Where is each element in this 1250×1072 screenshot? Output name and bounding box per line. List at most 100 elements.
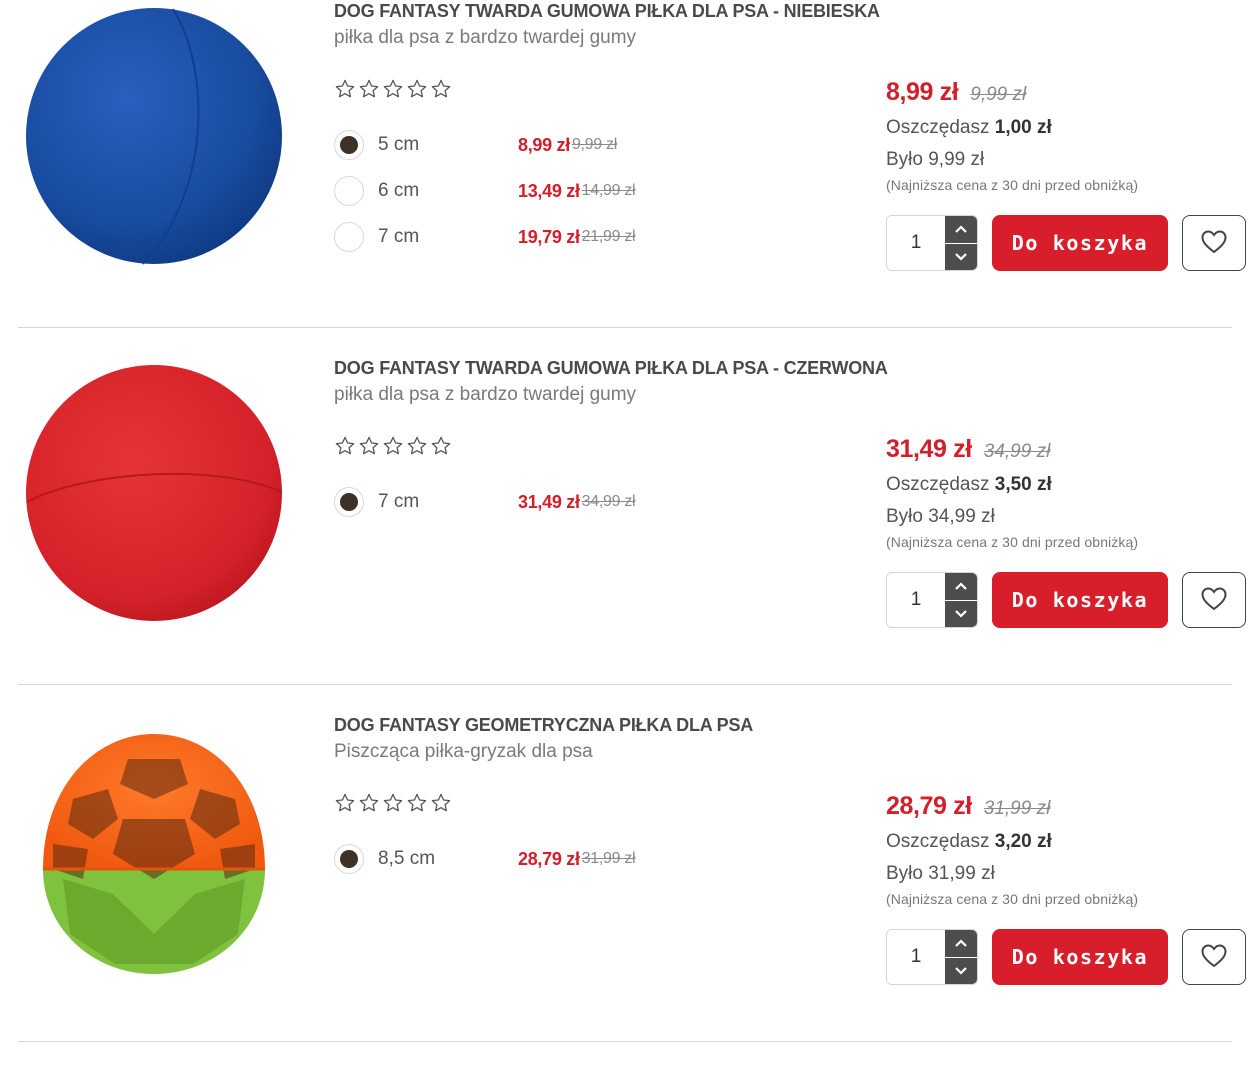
variant-option[interactable]: 6 cm 13,49 zł 14,99 zł (334, 168, 874, 214)
divider (18, 1041, 1232, 1042)
star-outline-icon (334, 792, 356, 814)
star-outline-icon (334, 78, 356, 100)
star-outline-icon (358, 435, 380, 457)
savings-text: Oszczędasz 3,50 zł (886, 474, 1246, 496)
variant-price: 31,49 zł (518, 491, 580, 512)
star-outline-icon (406, 78, 428, 100)
variant-radio[interactable] (334, 844, 364, 874)
old-price: 9,99 zł (970, 84, 1027, 105)
product-subtitle: piłka dla psa z bardzo twardej gumy (334, 27, 637, 48)
wishlist-button[interactable] (1182, 929, 1246, 985)
price-box: 8,99 zł 9,99 zł Oszczędasz 1,00 zł Było … (886, 78, 1246, 271)
add-to-cart-button[interactable]: Do koszyka (992, 929, 1168, 985)
savings-label: Oszczędasz (886, 117, 990, 138)
product-image[interactable] (18, 0, 290, 272)
star-outline-icon (382, 435, 404, 457)
variant-old-price: 31,99 zł (581, 850, 636, 867)
variant-size: 8,5 cm (378, 848, 436, 869)
heart-outline-icon (1200, 943, 1228, 972)
current-price: 8,99 zł (886, 78, 959, 106)
variant-option[interactable]: 5 cm 8,99 zł 9,99 zł (334, 122, 874, 168)
savings-label: Oszczędasz (886, 474, 990, 495)
variant-option[interactable]: 7 cm 31,49 zł 34,99 zł (334, 479, 874, 525)
variant-list: 5 cm 8,99 zł 9,99 zł 6 cm 13,49 zł 14,99… (334, 122, 874, 260)
product-card: DOG FANTASY TWARDA GUMOWA PIŁKA DLA PSA … (0, 0, 1250, 357)
chevron-down-icon[interactable] (945, 242, 977, 270)
star-outline-icon (430, 78, 452, 100)
savings-amount: 3,20 zł (994, 831, 1052, 852)
star-outline-icon (358, 78, 380, 100)
rating-stars (334, 435, 874, 459)
divider (18, 327, 1232, 328)
variant-radio[interactable] (334, 130, 364, 160)
current-price: 31,49 zł (886, 435, 972, 463)
variant-price: 8,99 zł (518, 134, 570, 155)
product-title[interactable]: DOG FANTASY TWARDA GUMOWA PIŁKA DLA PSA … (334, 357, 888, 379)
chevron-up-icon[interactable] (945, 216, 977, 243)
variant-option[interactable]: 7 cm 19,79 zł 21,99 zł (334, 214, 874, 260)
chevron-down-icon[interactable] (945, 956, 977, 984)
product-subtitle: Piszcząca piłka-gryzak dla psa (334, 741, 593, 762)
product-image[interactable] (18, 357, 290, 629)
variant-radio[interactable] (334, 222, 364, 252)
wishlist-button[interactable] (1182, 215, 1246, 271)
cart-actions: Do koszyka (886, 929, 1246, 985)
quantity-stepper (886, 572, 978, 628)
chevron-down-icon[interactable] (945, 599, 977, 627)
variant-old-price: 14,99 zł (581, 182, 636, 199)
wishlist-button[interactable] (1182, 572, 1246, 628)
add-to-cart-button[interactable]: Do koszyka (992, 215, 1168, 271)
was-price: Było 31,99 zł (886, 863, 995, 884)
star-outline-icon (382, 792, 404, 814)
star-outline-icon (406, 792, 428, 814)
quantity-stepper (886, 215, 978, 271)
variant-option[interactable]: 8,5 cm 28,79 zł 31,99 zł (334, 836, 874, 882)
cart-actions: Do koszyka (886, 215, 1246, 271)
lowest-price-note: (Najniższa cena z 30 dni przed obniżką) (886, 177, 1139, 193)
product-info: DOG FANTASY TWARDA GUMOWA PIŁKA DLA PSA … (334, 357, 888, 525)
chevron-up-icon[interactable] (945, 930, 977, 957)
product-subtitle: piłka dla psa z bardzo twardej gumy (334, 384, 637, 405)
heart-outline-icon (1200, 229, 1228, 258)
savings-amount: 1,00 zł (994, 117, 1052, 138)
product-title[interactable]: DOG FANTASY TWARDA GUMOWA PIŁKA DLA PSA … (334, 0, 880, 22)
savings-label: Oszczędasz (886, 831, 990, 852)
variant-list: 8,5 cm 28,79 zł 31,99 zł (334, 836, 874, 882)
product-image[interactable] (18, 714, 290, 986)
lowest-price-note: (Najniższa cena z 30 dni przed obniżką) (886, 534, 1139, 550)
star-outline-icon (406, 435, 428, 457)
quantity-input[interactable] (887, 573, 945, 627)
variant-size: 7 cm (378, 491, 420, 512)
rating-stars (334, 792, 874, 816)
variant-price: 13,49 zł (518, 180, 580, 201)
quantity-input[interactable] (887, 930, 945, 984)
current-price: 28,79 zł (886, 792, 972, 820)
heart-outline-icon (1200, 586, 1228, 615)
variant-price: 19,79 zł (518, 226, 580, 247)
was-price: Było 9,99 zł (886, 149, 985, 170)
add-to-cart-button[interactable]: Do koszyka (992, 572, 1168, 628)
variant-old-price: 34,99 zł (581, 493, 636, 510)
chevron-up-icon[interactable] (945, 573, 977, 600)
variant-old-price: 9,99 zł (571, 136, 617, 153)
divider (18, 684, 1232, 685)
star-outline-icon (430, 792, 452, 814)
cart-actions: Do koszyka (886, 572, 1246, 628)
old-price: 31,99 zł (983, 798, 1051, 819)
product-title[interactable]: DOG FANTASY GEOMETRYCZNA PIŁKA DLA PSA (334, 714, 874, 736)
savings-text: Oszczędasz 1,00 zł (886, 117, 1246, 139)
variant-size: 5 cm (378, 134, 420, 155)
variant-radio[interactable] (334, 176, 364, 206)
was-price: Było 34,99 zł (886, 506, 995, 527)
variant-size: 7 cm (378, 226, 420, 247)
product-info: DOG FANTASY GEOMETRYCZNA PIŁKA DLA PSA P… (334, 714, 874, 882)
quantity-input[interactable] (887, 216, 945, 270)
lowest-price-note: (Najniższa cena z 30 dni przed obniżką) (886, 891, 1139, 907)
variant-price: 28,79 zł (518, 848, 580, 869)
star-outline-icon (430, 435, 452, 457)
savings-amount: 3,50 zł (994, 474, 1052, 495)
quantity-stepper (886, 929, 978, 985)
variant-radio[interactable] (334, 487, 364, 517)
savings-text: Oszczędasz 3,20 zł (886, 831, 1246, 853)
variant-list: 7 cm 31,49 zł 34,99 zł (334, 479, 874, 525)
